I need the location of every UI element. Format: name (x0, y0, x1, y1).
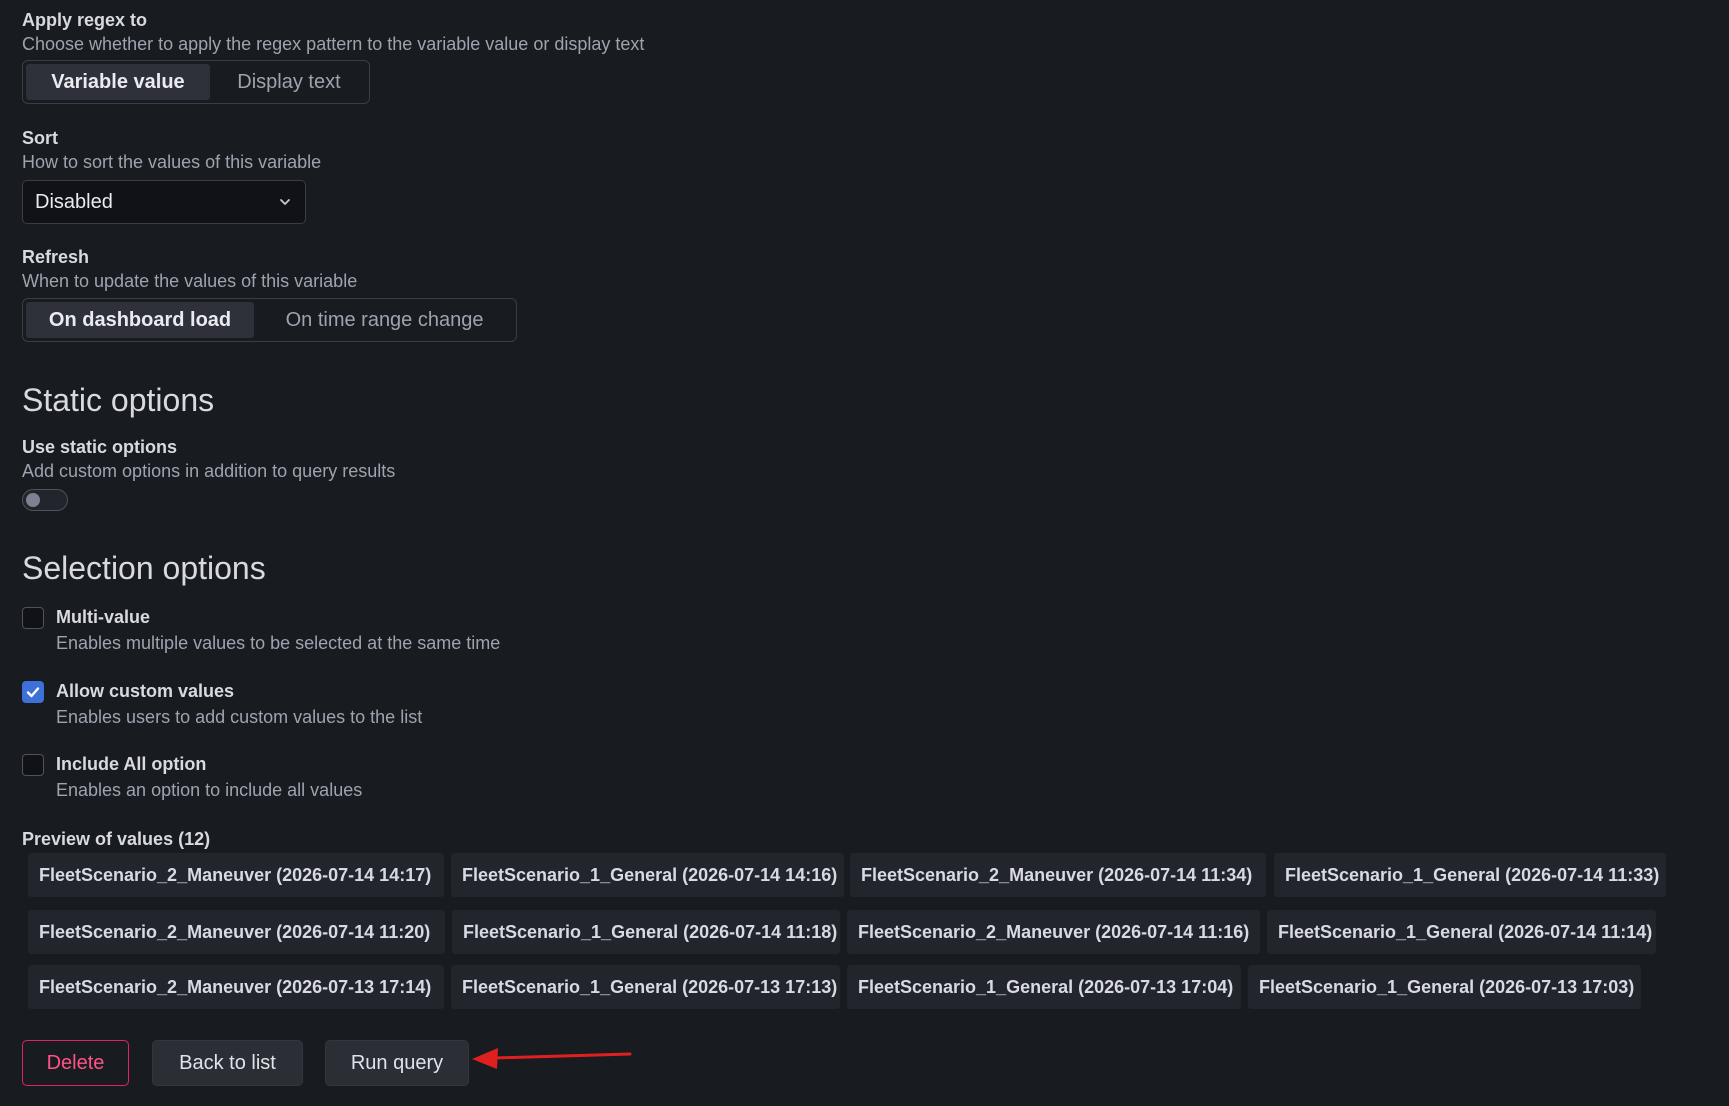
sort-select[interactable]: Disabled (22, 180, 306, 224)
preview-value-chip: FleetScenario_1_General (2026-07-14 14:1… (451, 853, 844, 897)
static-options-title: Static options (22, 382, 215, 418)
regex-radio-group: Variable value Display text (22, 60, 370, 104)
preview-label: Preview of values (12) (22, 829, 211, 849)
preview-value-chip: FleetScenario_1_General (2026-07-13 17:0… (1248, 965, 1641, 1009)
preview-value-chip: FleetScenario_2_Maneuver (2026-07-14 11:… (28, 910, 445, 954)
multi-value-checkbox[interactable] (22, 607, 44, 629)
sort-label: Sort (22, 128, 58, 148)
preview-value-chip: FleetScenario_1_General (2026-07-13 17:1… (451, 965, 840, 1009)
regex-description: Choose whether to apply the regex patter… (22, 34, 645, 54)
refresh-option-time-range-change[interactable]: On time range change (256, 302, 513, 338)
preview-value-chip: FleetScenario_2_Maneuver (2026-07-14 11:… (847, 910, 1260, 954)
regex-option-variable-value[interactable]: Variable value (26, 64, 210, 100)
refresh-description: When to update the values of this variab… (22, 271, 358, 291)
preview-value-chip: FleetScenario_1_General (2026-07-13 17:0… (847, 965, 1241, 1009)
static-options-toggle[interactable] (22, 489, 68, 511)
refresh-option-dashboard-load[interactable]: On dashboard load (26, 302, 255, 338)
regex-option-display-text[interactable]: Display text (212, 64, 366, 100)
include-all-checkbox[interactable] (22, 754, 44, 776)
delete-button[interactable]: Delete (22, 1040, 129, 1086)
check-icon (25, 684, 41, 700)
regex-label: Apply regex to (22, 10, 148, 30)
static-options-toggle-description: Add custom options in addition to query … (22, 461, 396, 481)
multi-value-label: Multi-value (56, 607, 151, 627)
selection-options-title: Selection options (22, 550, 266, 586)
include-all-description: Enables an option to include all values (56, 780, 363, 800)
run-query-button[interactable]: Run query (325, 1040, 469, 1086)
preview-value-chip: FleetScenario_1_General (2026-07-14 11:1… (1267, 910, 1656, 954)
toggle-knob (26, 493, 40, 507)
preview-value-chip: FleetScenario_2_Maneuver (2026-07-14 11:… (850, 853, 1266, 897)
preview-value-chip: FleetScenario_2_Maneuver (2026-07-14 14:… (28, 853, 444, 897)
refresh-radio-group: On dashboard load On time range change (22, 298, 517, 342)
annotation-arrow-icon (472, 1048, 632, 1069)
back-to-list-button[interactable]: Back to list (152, 1040, 303, 1086)
preview-value-chip: FleetScenario_2_Maneuver (2026-07-13 17:… (28, 965, 444, 1009)
chevron-down-icon (278, 195, 292, 209)
refresh-label: Refresh (22, 247, 90, 267)
allow-custom-values-description: Enables users to add custom values to th… (56, 707, 423, 727)
sort-select-value: Disabled (35, 190, 113, 213)
multi-value-description: Enables multiple values to be selected a… (56, 633, 501, 653)
allow-custom-values-label: Allow custom values (56, 681, 235, 701)
allow-custom-values-checkbox[interactable] (22, 681, 44, 703)
include-all-label: Include All option (56, 754, 207, 774)
preview-value-chip: FleetScenario_1_General (2026-07-14 11:3… (1274, 853, 1666, 897)
preview-value-chip: FleetScenario_1_General (2026-07-14 11:1… (452, 910, 840, 954)
sort-description: How to sort the values of this variable (22, 152, 322, 172)
static-options-toggle-label: Use static options (22, 437, 178, 457)
